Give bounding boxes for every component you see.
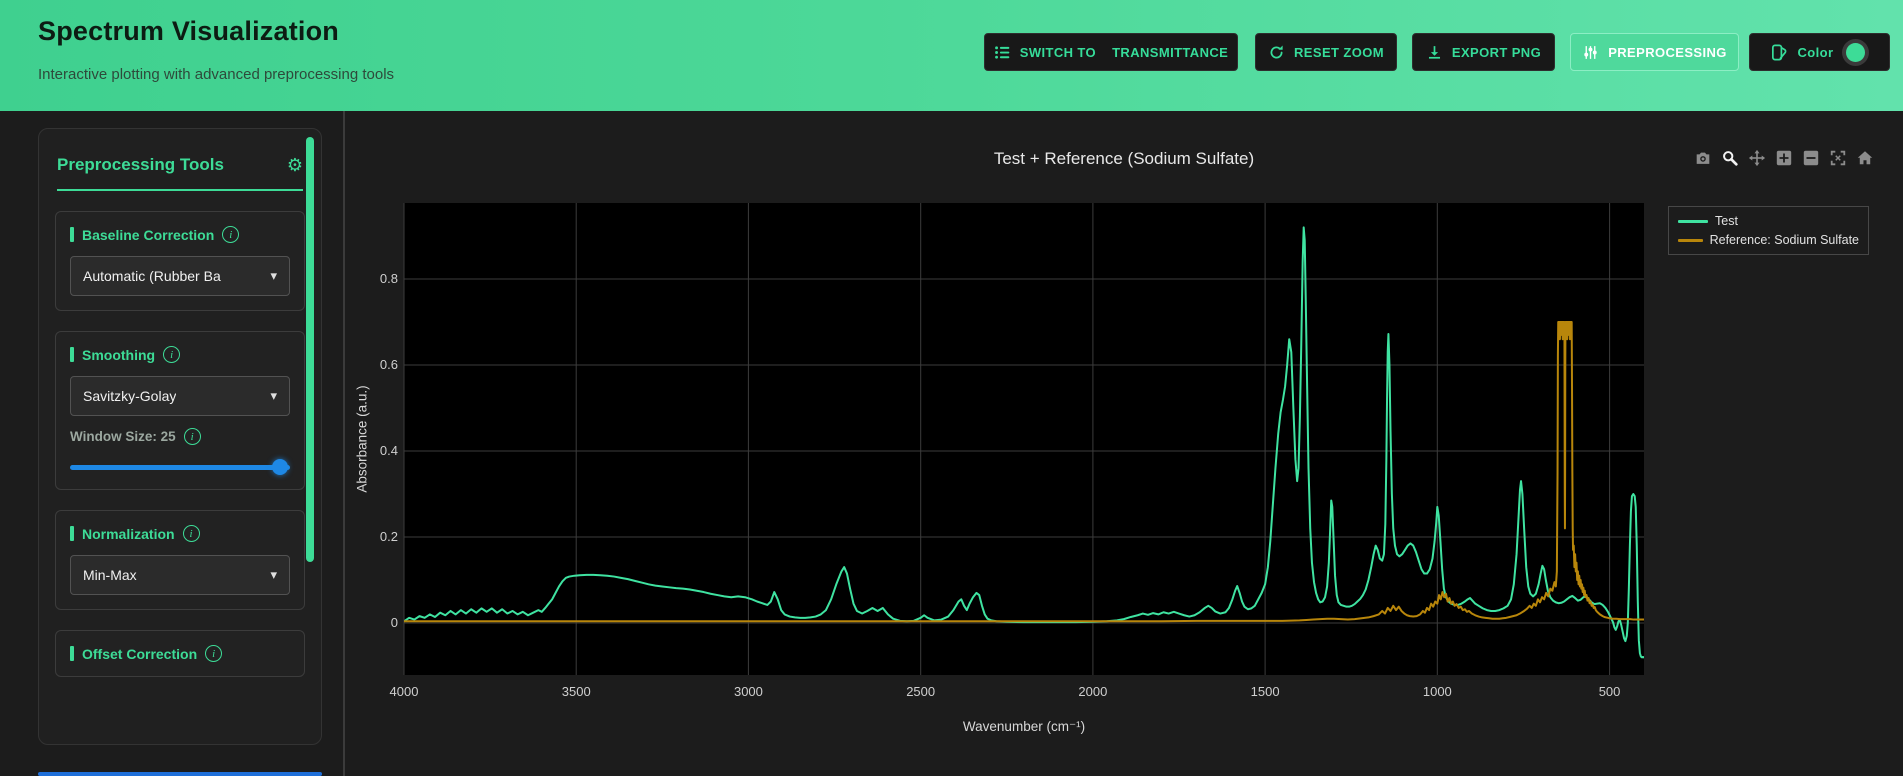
switch-to-transmittance-button[interactable]: SWITCH TO TRANSMITTANCE <box>984 33 1238 71</box>
zoom-out-icon[interactable] <box>1802 149 1820 167</box>
y-tick-label: 0 <box>390 615 398 630</box>
section-smoothing: Smoothing Savitzky-Golay Window Size: 25 <box>55 331 305 490</box>
normalization-method-select[interactable]: Min-Max <box>70 555 290 595</box>
app-header: Spectrum Visualization Interactive plott… <box>0 0 1903 111</box>
sliders-icon <box>1584 45 1597 59</box>
bottom-blue-bar <box>38 772 322 776</box>
chart-title: Test + Reference (Sodium Sulfate) <box>993 149 1255 168</box>
legend-line-swatch <box>1678 238 1703 242</box>
app-root: Spectrum Visualization Interactive plott… <box>0 0 1903 776</box>
info-icon[interactable] <box>205 645 223 662</box>
x-tick-label: 4000 <box>389 684 419 699</box>
section-offset-correction: Offset Correction <box>55 630 305 677</box>
legend-item-reference[interactable]: Reference: Sodium Sulfate <box>1678 233 1859 247</box>
baseline-correction-label: Baseline Correction <box>82 226 215 243</box>
plot-drag-area[interactable] <box>404 203 1644 675</box>
x-tick-label: 3500 <box>561 684 591 699</box>
normalization-method-value: Min-Max <box>83 567 137 583</box>
panel-title: Preprocessing Tools <box>57 155 224 174</box>
smoothing-label: Smoothing <box>82 346 156 363</box>
x-axis-title: Wavenumber (cm⁻¹) <box>962 719 1086 734</box>
normalization-label: Normalization <box>82 525 175 542</box>
autoscale-icon[interactable] <box>1829 149 1847 167</box>
page-title: Spectrum Visualization <box>38 16 339 46</box>
section-accent-bar <box>70 347 74 362</box>
info-icon[interactable] <box>183 428 201 445</box>
section-accent-bar <box>70 227 74 242</box>
sidebar-scrollbar-thumb[interactable] <box>306 137 314 562</box>
baseline-method-value: Automatic (Rubber Ba <box>83 268 221 284</box>
chevron-down-icon <box>270 388 277 404</box>
info-icon[interactable] <box>222 226 240 243</box>
plot-modebar <box>1694 149 1874 167</box>
slider-thumb[interactable] <box>272 459 288 475</box>
page-subtitle: Interactive plotting with advanced prepr… <box>38 66 395 83</box>
y-tick-label: 0.2 <box>379 529 398 544</box>
legend-item-test[interactable]: Test <box>1678 214 1859 228</box>
info-icon[interactable] <box>163 346 181 363</box>
reset-zoom-label: RESET ZOOM <box>1294 44 1384 60</box>
palette-icon <box>1771 44 1786 60</box>
section-accent-bar <box>70 646 74 661</box>
legend-line-swatch <box>1678 219 1708 223</box>
home-icon[interactable] <box>1856 149 1874 167</box>
x-tick-label: 2000 <box>1078 684 1108 699</box>
legend-label: Reference: Sodium Sulfate <box>1709 233 1859 247</box>
export-png-label: EXPORT PNG <box>1451 44 1542 60</box>
slider-track <box>70 465 290 470</box>
y-tick-label: 0.8 <box>379 271 398 286</box>
zoom-icon[interactable] <box>1721 149 1739 167</box>
color-mode-label: Color <box>1797 44 1834 60</box>
x-tick-label: 3000 <box>733 684 763 699</box>
section-normalization: Normalization Min-Max <box>55 510 305 610</box>
smoothing-method-value: Savitzky-Golay <box>83 388 177 404</box>
refresh-icon <box>1270 45 1283 58</box>
offset-correction-label: Offset Correction <box>82 645 198 662</box>
chevron-down-icon <box>270 268 277 284</box>
x-tick-label: 500 <box>1598 684 1621 699</box>
camera-icon[interactable] <box>1694 149 1712 167</box>
y-tick-label: 0.6 <box>379 357 398 372</box>
section-baseline-correction: Baseline Correction Automatic (Rubber Ba <box>55 211 305 311</box>
preprocessing-label: PREPROCESSING <box>1608 44 1727 60</box>
x-tick-label: 2500 <box>906 684 936 699</box>
info-icon[interactable] <box>182 525 200 542</box>
section-accent-bar <box>70 526 74 541</box>
baseline-method-select[interactable]: Automatic (Rubber Ba <box>70 256 290 296</box>
preprocessing-panel: Preprocessing Tools Baseline Correction … <box>38 128 322 745</box>
plot-legend: Test Reference: Sodium Sulfate <box>1668 206 1869 255</box>
preprocessing-button[interactable]: PREPROCESSING <box>1570 33 1739 71</box>
y-axis-title: Absorbance (a.u.) <box>354 385 370 493</box>
panel-title-row: Preprocessing Tools <box>57 155 303 191</box>
x-tick-label: 1500 <box>1250 684 1280 699</box>
list-icon <box>994 45 1010 59</box>
pan-icon[interactable] <box>1748 149 1766 167</box>
smoothing-method-select[interactable]: Savitzky-Golay <box>70 376 290 416</box>
zoom-in-icon[interactable] <box>1775 149 1793 167</box>
window-size-slider[interactable] <box>70 459 290 475</box>
x-tick-label: 1000 <box>1422 684 1452 699</box>
switch-button-prefix: SWITCH TO <box>1019 44 1097 60</box>
legend-label: Test <box>1715 214 1738 228</box>
switch-button-mode: TRANSMITTANCE <box>1112 44 1229 60</box>
chevron-down-icon <box>270 567 277 583</box>
export-png-button[interactable]: EXPORT PNG <box>1412 33 1555 71</box>
window-size-label: Window Size: 25 <box>70 429 176 444</box>
download-icon <box>1428 45 1440 59</box>
reset-zoom-button[interactable]: RESET ZOOM <box>1255 33 1397 71</box>
color-mode-button[interactable]: Color <box>1749 33 1890 71</box>
gear-icon[interactable] <box>287 156 303 174</box>
color-toggle[interactable] <box>1842 38 1870 66</box>
color-toggle-knob <box>1846 42 1866 62</box>
